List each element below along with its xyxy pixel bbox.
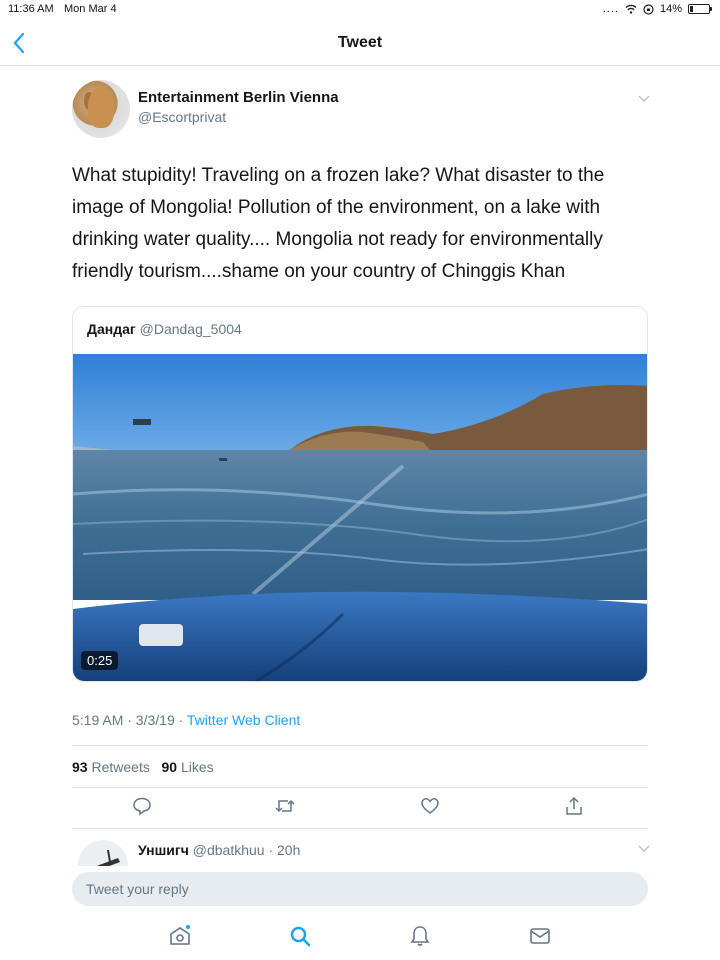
messages-icon (530, 928, 550, 944)
reply-icon (133, 797, 151, 816)
search-icon (290, 926, 311, 947)
like-button[interactable] (420, 796, 446, 822)
video-duration: 0:25 (81, 651, 119, 670)
share-button[interactable] (564, 796, 590, 822)
share-icon (566, 796, 582, 815)
author-name[interactable]: Entertainment Berlin Vienna (138, 89, 339, 106)
reply-preview[interactable]: Уншигч @dbatkhuu · 20h (0, 836, 720, 866)
retweets-label[interactable]: Retweets (91, 759, 149, 775)
retweet-button[interactable] (274, 796, 300, 822)
reply-author: Уншигч @dbatkhuu · 20h (138, 842, 300, 858)
reply-author-avatar[interactable] (78, 840, 128, 866)
page-title: Tweet (337, 34, 383, 51)
chevron-down-icon (638, 95, 650, 102)
likes-count[interactable]: 90 (162, 759, 178, 775)
author-avatar[interactable] (72, 80, 130, 138)
quoted-author-name: Дандаг (87, 321, 136, 337)
reply-avatar-figure (96, 849, 120, 866)
battery-percent: 14% (659, 3, 682, 15)
tab-notifications[interactable] (408, 924, 434, 950)
author-handle[interactable]: @Escortprivat (138, 109, 226, 125)
status-right: .... 14% (602, 3, 712, 15)
retweets-count[interactable]: 93 (72, 759, 88, 775)
chevron-down-icon (638, 845, 650, 852)
tweet-options-button[interactable] (638, 92, 650, 106)
tab-bar (0, 916, 720, 960)
tab-home[interactable] (168, 924, 194, 950)
reply-input[interactable] (72, 872, 648, 906)
like-icon (421, 798, 439, 814)
status-date: Mon Mar 4 (64, 3, 117, 15)
tab-messages[interactable] (528, 924, 554, 950)
retweet-icon (275, 799, 295, 813)
divider (72, 787, 648, 788)
tweet-text: What stupidity! Traveling on a frozen la… (72, 165, 605, 282)
divider (72, 828, 648, 829)
tweet-client[interactable]: Twitter Web Client (187, 712, 300, 728)
home-icon (170, 925, 190, 945)
signal-dots-icon: .... (602, 3, 619, 15)
reply-author-name[interactable]: Уншигч (138, 842, 189, 858)
tweet-stats: 93 Retweets 90 Likes (72, 759, 214, 775)
quoted-tweet-header: Дандаг @Dandag_5004 (87, 321, 242, 337)
nav-bar: Tweet (0, 20, 720, 66)
quoted-video[interactable]: 0:25 (73, 354, 647, 681)
status-bar: 11:36 AM Mon Mar 4 .... 14% (0, 0, 720, 20)
reply-author-handle-time: @dbatkhuu · 20h (192, 842, 301, 858)
wifi-icon (625, 4, 637, 14)
quoted-author-handle: @Dandag_5004 (139, 321, 242, 337)
quoted-tweet[interactable]: Дандаг @Dandag_5004 0:25 (72, 306, 648, 682)
likes-label[interactable]: Likes (181, 759, 214, 775)
reply-options-button[interactable] (638, 844, 650, 856)
reply-button[interactable] (132, 796, 158, 822)
tweet-actions (72, 796, 648, 822)
battery-icon (688, 4, 712, 14)
tweet-timestamp: 5:19 AM · 3/3/19 · (72, 712, 187, 728)
notifications-icon (410, 926, 430, 946)
reply-compose-box (72, 872, 648, 906)
status-time: 11:36 AM (8, 3, 54, 15)
tweet-meta: 5:19 AM · 3/3/19 · Twitter Web Client (72, 712, 300, 728)
orientation-lock-icon (643, 3, 654, 15)
frozen-lake-video-thumbnail (73, 354, 647, 681)
divider (72, 745, 648, 746)
tab-search[interactable] (288, 924, 314, 950)
